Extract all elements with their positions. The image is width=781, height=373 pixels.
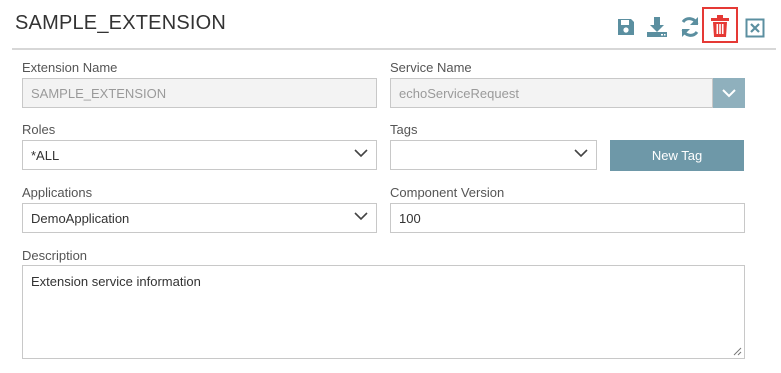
header-divider <box>12 48 776 50</box>
description-textarea[interactable]: Extension service information <box>22 265 745 359</box>
applications-label: Applications <box>22 185 93 200</box>
description-value: Extension service information <box>31 274 201 289</box>
service-name-label: Service Name <box>390 60 472 75</box>
resize-handle-icon[interactable] <box>732 346 742 356</box>
save-icon[interactable] <box>612 12 640 42</box>
chevron-down-icon <box>354 149 368 158</box>
chevron-down-icon <box>354 212 368 221</box>
page-title: SAMPLE_EXTENSION <box>15 12 227 34</box>
delete-icon[interactable] <box>706 11 734 41</box>
refresh-icon[interactable] <box>676 12 704 42</box>
description-label: Description <box>22 248 88 263</box>
component-version-input[interactable]: 100 <box>390 203 745 233</box>
chevron-down-icon <box>574 149 588 158</box>
tags-label: Tags <box>390 122 418 137</box>
close-icon[interactable] <box>741 13 769 43</box>
applications-value: DemoApplication <box>31 210 130 226</box>
tags-select[interactable] <box>390 140 597 170</box>
extension-name-field: SAMPLE_EXTENSION <box>22 78 377 108</box>
roles-value: *ALL <box>31 147 60 163</box>
extension-name-label: Extension Name <box>22 60 118 75</box>
service-name-dropdown-button[interactable] <box>713 78 745 108</box>
download-icon[interactable] <box>643 12 671 42</box>
applications-select[interactable]: DemoApplication <box>22 203 377 233</box>
roles-label: Roles <box>22 122 56 137</box>
new-tag-button[interactable]: New Tag <box>610 140 744 171</box>
component-version-value: 100 <box>399 210 421 226</box>
service-name-field: echoServiceRequest <box>390 78 713 108</box>
chevron-down-icon <box>722 88 736 97</box>
service-name-value: echoServiceRequest <box>399 85 519 101</box>
roles-select[interactable]: *ALL <box>22 140 377 170</box>
extension-name-value: SAMPLE_EXTENSION <box>31 85 167 101</box>
component-version-label: Component Version <box>390 185 505 200</box>
